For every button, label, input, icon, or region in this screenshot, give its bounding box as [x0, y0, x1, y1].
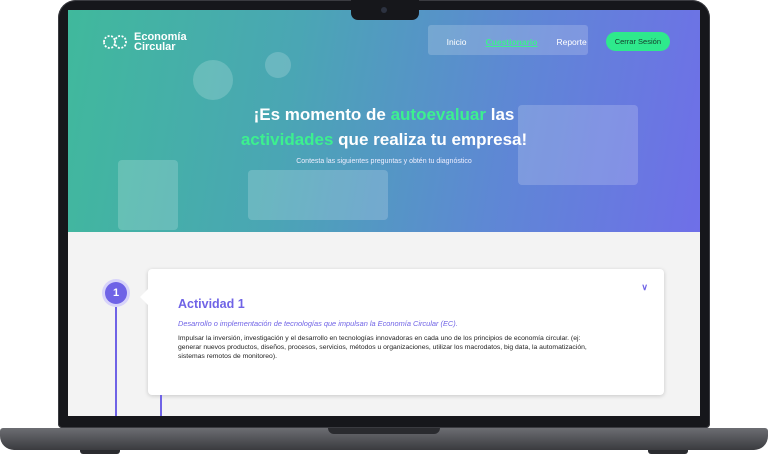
- nav-inicio[interactable]: Inicio: [447, 37, 467, 47]
- camera-icon: [381, 7, 387, 13]
- brand-line-2: Circular: [134, 41, 176, 53]
- hero-title-part2: las: [486, 105, 515, 124]
- browser-screen: Economía Circular Inicio Cuestionario Re…: [68, 10, 700, 416]
- brand-logo[interactable]: Economía Circular: [100, 32, 187, 53]
- logout-button[interactable]: Cerrar Sesión: [605, 32, 670, 51]
- laptop-opening-groove: [328, 428, 440, 434]
- brand-name: Economía Circular: [134, 32, 187, 53]
- hero-title-highlight2: actividades: [240, 130, 334, 149]
- hero-title-part3: que realiza tu empresa!: [333, 130, 528, 149]
- laptop-foot-left: [80, 450, 120, 454]
- questionnaire-section: 1 ∨ Actividad 1 Desarrollo o implementac…: [68, 232, 700, 416]
- laptop-base: [0, 428, 768, 465]
- nav-reporte[interactable]: Reporte: [556, 37, 586, 47]
- timeline-line: [115, 307, 117, 416]
- timeline-line-secondary: [160, 395, 162, 416]
- hero-title: ¡Es momento de autoevaluar las actividad…: [68, 102, 700, 152]
- hero-banner: Economía Circular Inicio Cuestionario Re…: [68, 10, 700, 232]
- nav-cuestionario[interactable]: Cuestionario: [486, 37, 538, 47]
- step-number-badge: 1: [105, 282, 127, 304]
- activity-description: Impulsar la inversión, investigación y e…: [178, 335, 587, 360]
- hero-title-highlight1: autoevaluar: [390, 105, 487, 124]
- main-nav: Inicio Cuestionario Reporte Cerrar Sesió…: [447, 32, 670, 51]
- activity-subtitle: Desarrollo o implementación de tecnologí…: [178, 319, 458, 328]
- camera-notch: [351, 0, 419, 20]
- laptop-foot-right: [648, 450, 688, 454]
- hero-subtitle: Contesta las siguientes preguntas y obté…: [296, 158, 472, 165]
- hero-title-part1: ¡Es momento de: [253, 105, 391, 124]
- activity-card[interactable]: ∨ Actividad 1 Desarrollo o implementació…: [140, 269, 664, 395]
- infinity-logo-icon: [103, 35, 127, 49]
- activity-title: Actividad 1: [178, 297, 245, 311]
- chevron-down-icon[interactable]: ∨: [641, 282, 648, 293]
